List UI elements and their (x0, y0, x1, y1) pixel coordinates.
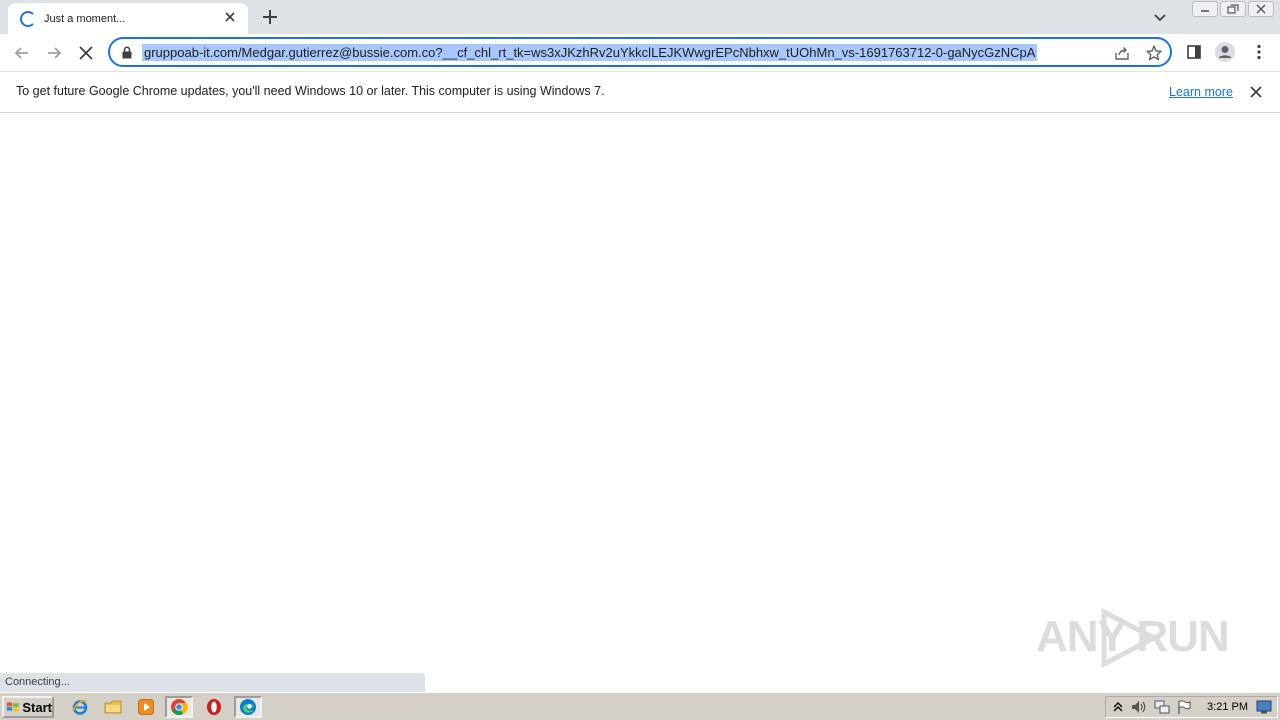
back-arrow-icon[interactable] (8, 39, 36, 67)
edge-icon[interactable] (234, 696, 262, 718)
kebab-menu-icon[interactable] (1248, 41, 1270, 63)
tab-title: Just a moment... (44, 12, 126, 25)
infobar-message: To get future Google Chrome updates, you… (16, 84, 605, 98)
stop-loading-icon[interactable] (72, 39, 100, 67)
minimize-icon[interactable] (1192, 1, 1218, 17)
internet-explorer-icon[interactable] (66, 696, 94, 718)
taskbar: Start 3:21 PM (0, 692, 1280, 720)
start-label: Start (22, 699, 52, 715)
loading-spinner-icon (20, 10, 36, 27)
show-hidden-icons-icon[interactable] (1110, 699, 1125, 715)
share-icon[interactable] (1113, 44, 1131, 62)
close-window-icon[interactable] (1248, 1, 1274, 17)
action-center-flag-icon[interactable] (1176, 699, 1192, 715)
url-text[interactable]: gruppoab-it.com/Medgar.gutierrez@bussie.… (142, 44, 1038, 61)
side-panel-icon[interactable] (1183, 41, 1205, 63)
learn-more-link[interactable]: Learn more (1169, 85, 1233, 99)
tab-close-icon[interactable] (222, 11, 238, 27)
windows-logo-icon (6, 702, 19, 712)
tab-strip: Just a moment... (0, 0, 1280, 34)
media-player-icon[interactable] (132, 696, 160, 718)
volume-icon[interactable] (1130, 699, 1148, 715)
new-tab-icon[interactable] (258, 5, 282, 29)
tab-active[interactable]: Just a moment... (8, 3, 248, 34)
forward-arrow-icon[interactable] (40, 39, 68, 67)
profile-avatar-icon[interactable] (1214, 41, 1236, 63)
taskbar-clock[interactable]: 3:21 PM (1207, 701, 1248, 713)
chevron-down-icon[interactable] (1150, 8, 1170, 26)
chrome-taskbar-icon[interactable] (165, 696, 193, 718)
page-content (0, 113, 1280, 691)
address-bar[interactable]: gruppoab-it.com/Medgar.gutierrez@bussie.… (108, 37, 1172, 67)
window-controls (1190, 1, 1274, 17)
close-icon[interactable] (1248, 84, 1264, 100)
screen: Just a moment... gruppoab-it.com/Medgar.… (0, 0, 1280, 720)
watermark-text: ANY RUN (1036, 612, 1230, 661)
bookmark-star-icon[interactable] (1145, 44, 1163, 62)
browser-toolbar: gruppoab-it.com/Medgar.gutierrez@bussie.… (0, 34, 1280, 71)
update-infobar: To get future Google Chrome updates, you… (0, 71, 1280, 113)
lock-icon[interactable] (121, 46, 133, 59)
show-desktop-icon[interactable] (1256, 699, 1272, 715)
restore-icon[interactable] (1220, 1, 1246, 17)
watermark: ANY RUN (1036, 606, 1236, 670)
status-bubble: Connecting... (0, 673, 425, 692)
network-icon[interactable] (1153, 699, 1171, 715)
system-tray: 3:21 PM (1105, 696, 1278, 718)
start-button[interactable]: Start (2, 696, 54, 718)
opera-icon[interactable] (200, 696, 228, 718)
file-explorer-icon[interactable] (99, 696, 127, 718)
